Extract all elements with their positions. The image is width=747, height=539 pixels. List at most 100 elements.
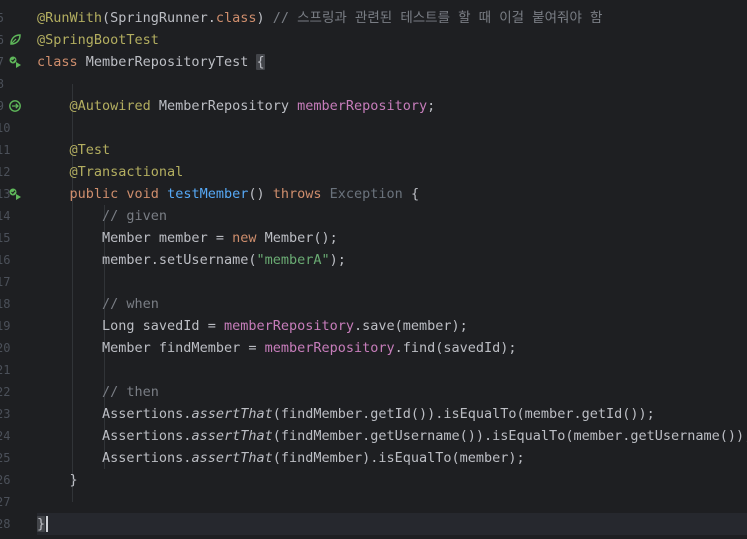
gutter-row: 27 bbox=[0, 491, 37, 513]
line-number: 10 bbox=[0, 121, 11, 135]
code-line[interactable]: // when bbox=[37, 293, 747, 315]
token-static-method: assertThat bbox=[191, 406, 273, 422]
line-number: 18 bbox=[0, 297, 11, 311]
code-line[interactable]: // given bbox=[37, 205, 747, 227]
code-line[interactable]: @Autowired MemberRepository memberReposi… bbox=[37, 95, 747, 117]
line-number: 23 bbox=[0, 407, 11, 421]
code-line[interactable]: // then bbox=[37, 381, 747, 403]
token-text: Member member = bbox=[102, 230, 233, 246]
gutter-row: 22 bbox=[0, 381, 37, 403]
token-text: .find(savedId); bbox=[394, 340, 517, 356]
code-line-current[interactable]: } bbox=[37, 513, 747, 535]
gutter-row: 9 bbox=[0, 95, 37, 117]
token-field: memberRepository bbox=[297, 98, 428, 114]
line-number: 24 bbox=[0, 429, 11, 443]
gutter-row: 23 bbox=[0, 403, 37, 425]
gutter-row: 20 bbox=[0, 337, 37, 359]
code-line[interactable]: member.setUsername("memberA"); bbox=[37, 249, 747, 271]
code-line[interactable]: Assertions.assertThat(findMember).isEqua… bbox=[37, 447, 747, 469]
line-number: 5 bbox=[0, 11, 4, 25]
gutter-row: 18 bbox=[0, 293, 37, 315]
gutter-row: 8 bbox=[0, 73, 37, 95]
gutter-row: 19 bbox=[0, 315, 37, 337]
token-method-name: testMember bbox=[167, 186, 249, 202]
gutter-row: 16 bbox=[0, 249, 37, 271]
code-line[interactable]: } bbox=[37, 469, 747, 491]
token-static-method: assertThat bbox=[191, 428, 273, 444]
line-number: 7 bbox=[0, 55, 4, 69]
gutter-row: 7 bbox=[0, 51, 37, 73]
gutter-row: 24 bbox=[0, 425, 37, 447]
token-text: MemberRepository bbox=[150, 98, 298, 114]
code-area[interactable]: @RunWith(SpringRunner.class) // 스프링과 관련된… bbox=[37, 0, 747, 539]
line-number: 8 bbox=[0, 77, 4, 91]
token-comment: // when bbox=[102, 296, 159, 312]
token-comment: // then bbox=[102, 384, 159, 400]
gutter-row: 15 bbox=[0, 227, 37, 249]
token-text: Assertions. bbox=[102, 450, 192, 466]
token-text: (findMember.getUsername()).isEqualTo(mem… bbox=[272, 428, 747, 444]
token-comment: // given bbox=[102, 208, 168, 224]
code-line[interactable]: @SpringBootTest bbox=[37, 29, 747, 51]
matched-brace: { bbox=[256, 54, 265, 70]
token-text: { bbox=[402, 186, 420, 202]
gutter-row: 6 bbox=[0, 29, 37, 51]
token-annotation: @Autowired bbox=[69, 98, 151, 114]
code-editor[interactable]: 5 6 7 8 9 10 11 12 1 bbox=[0, 0, 747, 539]
gutter-row: 10 bbox=[0, 117, 37, 139]
token-text: Long savedId = bbox=[102, 318, 224, 334]
code-line[interactable]: Assertions.assertThat(findMember.getUser… bbox=[37, 425, 747, 447]
token-text: } bbox=[69, 472, 78, 488]
token-annotation: @Transactional bbox=[69, 164, 184, 180]
token-text: () bbox=[248, 186, 273, 202]
token-field: memberRepository bbox=[264, 340, 395, 356]
run-test-class-icon[interactable] bbox=[8, 55, 22, 69]
token-text: .save(member); bbox=[354, 318, 468, 334]
token-text: Assertions. bbox=[102, 428, 192, 444]
token-keyword: throws bbox=[272, 186, 322, 202]
token-text: (findMember).isEqualTo(member); bbox=[272, 450, 525, 466]
gutter-row: 12 bbox=[0, 161, 37, 183]
gutter-row: 21 bbox=[0, 359, 37, 381]
token-text: (SpringRunner. bbox=[102, 10, 216, 26]
token-string: "memberA" bbox=[256, 252, 330, 268]
code-line[interactable]: Member findMember = memberRepository.fin… bbox=[37, 337, 747, 359]
code-line[interactable]: class MemberRepositoryTest { bbox=[37, 51, 747, 73]
line-number: 21 bbox=[0, 363, 11, 377]
token-text: MemberRepositoryTest bbox=[77, 54, 257, 70]
code-line[interactable]: @RunWith(SpringRunner.class) // 스프링과 관련된… bbox=[37, 7, 747, 29]
token-text: ) bbox=[256, 10, 273, 26]
gutter-row: 28 bbox=[0, 513, 37, 535]
gutter-row: 25 bbox=[0, 447, 37, 469]
code-line[interactable]: Member member = new Member(); bbox=[37, 227, 747, 249]
gutter-row: 13 bbox=[0, 183, 37, 205]
code-line[interactable]: public void testMember() throws Exceptio… bbox=[37, 183, 747, 205]
code-line[interactable]: @Test bbox=[37, 139, 747, 161]
token-text: Member findMember = bbox=[102, 340, 265, 356]
line-number: 25 bbox=[0, 451, 11, 465]
line-number: 22 bbox=[0, 385, 11, 399]
code-line[interactable]: Assertions.assertThat(findMember.getId()… bbox=[37, 403, 747, 425]
autowired-navigate-icon[interactable] bbox=[8, 99, 22, 113]
line-number: 27 bbox=[0, 495, 11, 509]
token-field: memberRepository bbox=[223, 318, 354, 334]
code-line[interactable]: Long savedId = memberRepository.save(mem… bbox=[37, 315, 747, 337]
line-number: 14 bbox=[0, 209, 11, 223]
line-number: 28 bbox=[0, 517, 11, 531]
run-test-method-icon[interactable] bbox=[8, 187, 22, 201]
editor-gutter[interactable]: 5 6 7 8 9 10 11 12 1 bbox=[0, 0, 37, 539]
token-text: Assertions. bbox=[102, 406, 192, 422]
token-keyword: new bbox=[232, 230, 257, 246]
token-annotation: @SpringBootTest bbox=[37, 32, 159, 48]
line-number: 13 bbox=[0, 187, 11, 201]
token-exception-type: Exception bbox=[329, 186, 403, 202]
line-number: 12 bbox=[0, 165, 11, 179]
line-number: 15 bbox=[0, 231, 11, 245]
line-number: 16 bbox=[0, 253, 11, 267]
gutter-row: 5 bbox=[0, 7, 37, 29]
token-text: member.setUsername( bbox=[102, 252, 257, 268]
code-line[interactable]: @Transactional bbox=[37, 161, 747, 183]
gutter-row: 11 bbox=[0, 139, 37, 161]
spring-bean-icon[interactable] bbox=[8, 33, 22, 47]
line-number: 20 bbox=[0, 341, 11, 355]
